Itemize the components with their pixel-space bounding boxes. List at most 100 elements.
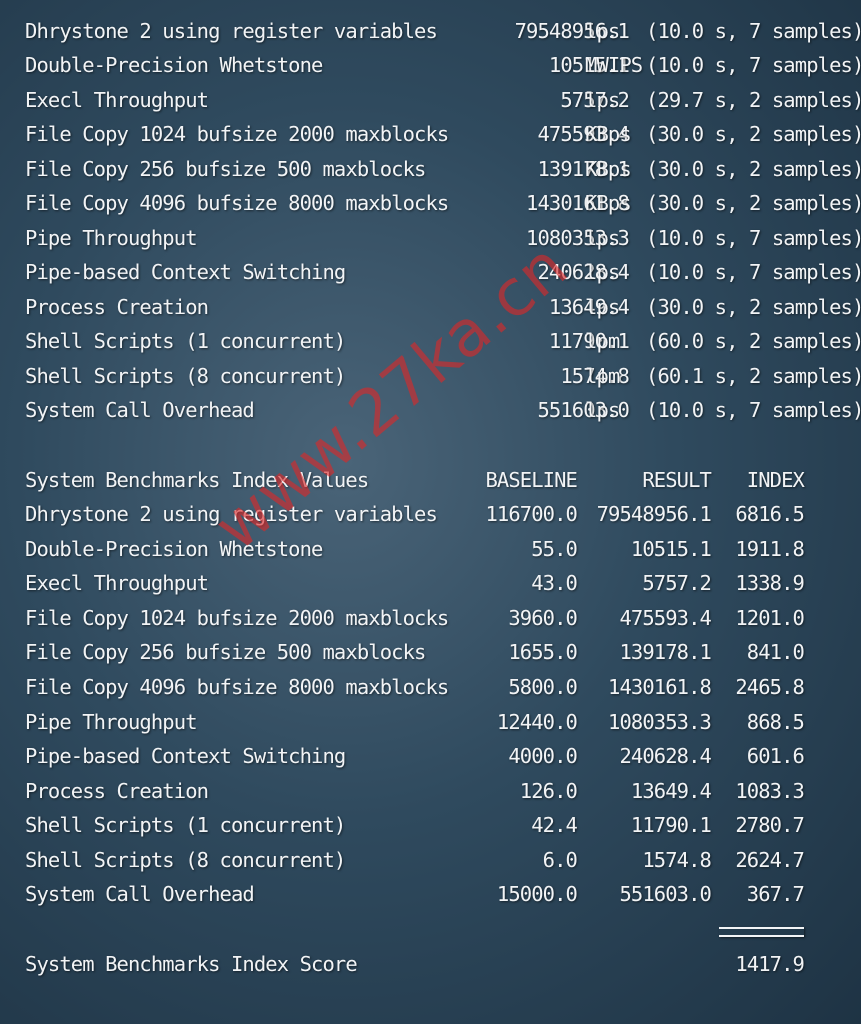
result-detail: (30.0 s, 2 samples) xyxy=(646,157,861,181)
index-baseline: 4000.0 xyxy=(508,744,578,768)
result-row: Shell Scripts (8 concurrent) 1574.8 lpm … xyxy=(0,359,861,393)
index-result: 11790.1 xyxy=(630,813,712,837)
result-detail: (10.0 s, 7 samples) xyxy=(646,260,861,284)
result-name: Dhrystone 2 using register variables xyxy=(25,19,438,43)
index-row: File Copy 1024 bufsize 2000 maxblocks 39… xyxy=(0,601,861,635)
result-detail: (29.7 s, 2 samples) xyxy=(646,88,861,112)
index-name: Pipe-based Context Switching xyxy=(25,744,346,768)
index-baseline: 55.0 xyxy=(531,537,578,561)
index-value: 367.7 xyxy=(746,882,805,906)
index-row: Shell Scripts (1 concurrent) 42.4 11790.… xyxy=(0,808,861,842)
index-baseline: 5800.0 xyxy=(508,675,578,699)
result-row: System Call Overhead 551603.0 lps (10.0 … xyxy=(0,393,861,427)
header-index: INDEX xyxy=(746,468,805,492)
index-baseline: 1655.0 xyxy=(508,640,578,664)
result-row: File Copy 4096 bufsize 8000 maxblocks 14… xyxy=(0,186,861,220)
index-row: File Copy 256 bufsize 500 maxblocks 1655… xyxy=(0,635,861,669)
index-value: 1338.9 xyxy=(735,571,805,595)
index-result: 475593.4 xyxy=(619,606,711,630)
result-detail: (30.0 s, 2 samples) xyxy=(646,122,861,146)
index-baseline: 12440.0 xyxy=(496,710,578,734)
result-name: Shell Scripts (8 concurrent) xyxy=(25,364,346,388)
index-result: 1080353.3 xyxy=(608,710,712,734)
result-unit: lps xyxy=(585,398,620,422)
index-value: 6816.5 xyxy=(735,502,805,526)
result-name: File Copy 4096 bufsize 8000 maxblocks xyxy=(25,191,449,215)
index-value: 601.6 xyxy=(746,744,805,768)
result-unit: lpm xyxy=(585,329,620,353)
index-name: File Copy 256 bufsize 500 maxblocks xyxy=(25,640,426,664)
result-unit: KBps xyxy=(585,122,632,146)
index-row: Pipe Throughput 12440.0 1080353.3 868.5 xyxy=(0,705,861,739)
index-baseline: 116700.0 xyxy=(485,502,577,526)
index-name: Shell Scripts (1 concurrent) xyxy=(25,813,346,837)
index-value: 868.5 xyxy=(746,710,805,734)
result-detail: (30.0 s, 2 samples) xyxy=(646,191,861,215)
index-baseline: 15000.0 xyxy=(496,882,578,906)
index-name: Dhrystone 2 using register variables xyxy=(25,502,438,526)
index-result: 1430161.8 xyxy=(608,675,712,699)
result-row: Process Creation 13649.4 lps (30.0 s, 2 … xyxy=(0,290,861,324)
index-result: 551603.0 xyxy=(619,882,711,906)
result-detail: (60.0 s, 2 samples) xyxy=(646,329,861,353)
result-row: Pipe-based Context Switching 240628.4 lp… xyxy=(0,255,861,289)
result-unit: lps xyxy=(585,226,620,250)
index-name: Shell Scripts (8 concurrent) xyxy=(25,848,346,872)
score-row: System Benchmarks Index Score 1417.9 xyxy=(0,947,861,981)
index-name: Pipe Throughput xyxy=(25,710,198,734)
result-unit: lpm xyxy=(585,364,620,388)
index-result: 5757.2 xyxy=(642,571,712,595)
index-row: Shell Scripts (8 concurrent) 6.0 1574.8 … xyxy=(0,843,861,877)
result-unit: lps xyxy=(585,19,620,43)
result-unit: KBps xyxy=(585,157,632,181)
score-separator xyxy=(719,927,804,937)
index-result: 1574.8 xyxy=(642,848,712,872)
header-baseline: BASELINE xyxy=(485,468,577,492)
result-detail: (10.0 s, 7 samples) xyxy=(646,226,861,250)
result-name: Pipe-based Context Switching xyxy=(25,260,346,284)
index-row: File Copy 4096 bufsize 8000 maxblocks 58… xyxy=(0,670,861,704)
index-name: Process Creation xyxy=(25,779,209,803)
index-baseline: 6.0 xyxy=(542,848,578,872)
index-value: 2780.7 xyxy=(735,813,805,837)
result-row: Execl Throughput 5757.2 lps (29.7 s, 2 s… xyxy=(0,83,861,117)
result-name: Shell Scripts (1 concurrent) xyxy=(25,329,346,353)
index-baseline: 42.4 xyxy=(531,813,578,837)
index-result: 10515.1 xyxy=(630,537,712,561)
index-row: Pipe-based Context Switching 4000.0 2406… xyxy=(0,739,861,773)
result-name: Process Creation xyxy=(25,295,209,319)
index-value: 1083.3 xyxy=(735,779,805,803)
index-row: Dhrystone 2 using register variables 116… xyxy=(0,497,861,531)
result-row: Shell Scripts (1 concurrent) 11790.1 lpm… xyxy=(0,324,861,358)
result-detail: (10.0 s, 7 samples) xyxy=(646,398,861,422)
index-baseline: 3960.0 xyxy=(508,606,578,630)
index-result: 79548956.1 xyxy=(596,502,712,526)
result-unit: lps xyxy=(585,260,620,284)
index-result: 240628.4 xyxy=(619,744,711,768)
index-name: System Call Overhead xyxy=(25,882,255,906)
result-row: Dhrystone 2 using register variables 795… xyxy=(0,14,861,48)
index-name: File Copy 1024 bufsize 2000 maxblocks xyxy=(25,606,449,630)
result-unit: lps xyxy=(585,295,620,319)
index-baseline: 126.0 xyxy=(519,779,578,803)
result-detail: (10.0 s, 7 samples) xyxy=(646,53,861,77)
result-name: Execl Throughput xyxy=(25,88,209,112)
result-row: Pipe Throughput 1080353.3 lps (10.0 s, 7… xyxy=(0,221,861,255)
result-name: Pipe Throughput xyxy=(25,226,198,250)
index-value: 1911.8 xyxy=(735,537,805,561)
result-detail: (30.0 s, 2 samples) xyxy=(646,295,861,319)
index-value: 841.0 xyxy=(746,640,805,664)
result-name: System Call Overhead xyxy=(25,398,255,422)
result-row: Double-Precision Whetstone 10515.1 MWIPS… xyxy=(0,48,861,82)
index-row: Execl Throughput 43.0 5757.2 1338.9 xyxy=(0,566,861,600)
result-name: File Copy 1024 bufsize 2000 maxblocks xyxy=(25,122,449,146)
score-label: System Benchmarks Index Score xyxy=(25,952,358,976)
index-title: System Benchmarks Index Values xyxy=(25,468,369,492)
result-name: Double-Precision Whetstone xyxy=(25,53,323,77)
index-name: Execl Throughput xyxy=(25,571,209,595)
index-value: 1201.0 xyxy=(735,606,805,630)
index-value: 2465.8 xyxy=(735,675,805,699)
index-row: Double-Precision Whetstone 55.0 10515.1 … xyxy=(0,532,861,566)
index-name: Double-Precision Whetstone xyxy=(25,537,323,561)
result-detail: (60.1 s, 2 samples) xyxy=(646,364,861,388)
